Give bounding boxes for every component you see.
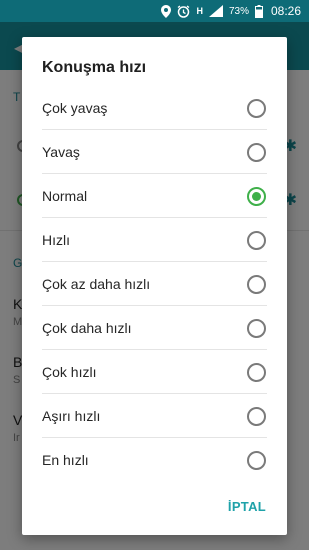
radio-button-selected[interactable]: [247, 186, 266, 206]
dialog-title: Konuşma hızı: [42, 59, 147, 76]
signal-icon: [208, 5, 223, 17]
battery-percent: 73%: [228, 5, 249, 17]
network-type-icon: H: [196, 6, 203, 16]
radio-button[interactable]: [247, 274, 266, 294]
speech-rate-options: Çok yavaş Yavaş Normal Hızlı Çok az daha…: [22, 86, 287, 482]
option-label: Çok hızlı: [42, 364, 97, 380]
radio-button[interactable]: [247, 142, 266, 162]
option-hizli[interactable]: Hızlı: [22, 218, 287, 262]
option-label: Çok az daha hızlı: [42, 276, 151, 292]
alarm-icon: [177, 4, 190, 18]
cancel-button[interactable]: İPTAL: [228, 499, 266, 514]
radio-button[interactable]: [247, 98, 266, 118]
battery-icon: [254, 4, 263, 18]
radio-button[interactable]: [247, 406, 266, 426]
radio-button[interactable]: [247, 230, 266, 250]
radio-button[interactable]: [247, 362, 266, 382]
option-label: Çok daha hızlı: [42, 320, 132, 336]
option-cok-yavas[interactable]: Çok yavaş: [22, 86, 287, 130]
option-label: En hızlı: [42, 452, 89, 468]
option-label: Çok yavaş: [42, 100, 108, 116]
option-asiri-hizli[interactable]: Aşırı hızlı: [22, 394, 287, 438]
option-en-hizli[interactable]: En hızlı: [22, 438, 287, 482]
location-icon: [161, 4, 172, 18]
option-label: Aşırı hızlı: [42, 408, 101, 424]
clock: 08:26: [270, 4, 301, 18]
option-label: Normal: [42, 188, 88, 204]
option-label: Yavaş: [42, 144, 80, 160]
status-bar: H 73% 08:26: [0, 0, 309, 22]
option-normal[interactable]: Normal: [22, 174, 287, 218]
radio-button[interactable]: [247, 318, 266, 338]
option-cok-daha-hizli[interactable]: Çok daha hızlı: [22, 306, 287, 350]
radio-button[interactable]: [247, 450, 266, 470]
option-cok-az-daha-hizli[interactable]: Çok az daha hızlı: [22, 262, 287, 306]
option-label: Hızlı: [42, 232, 70, 248]
option-cok-hizli[interactable]: Çok hızlı: [22, 350, 287, 394]
option-yavas[interactable]: Yavaş: [22, 130, 287, 174]
speech-rate-dialog: Konuşma hızı Çok yavaş Yavaş Normal Hızl…: [22, 37, 287, 535]
